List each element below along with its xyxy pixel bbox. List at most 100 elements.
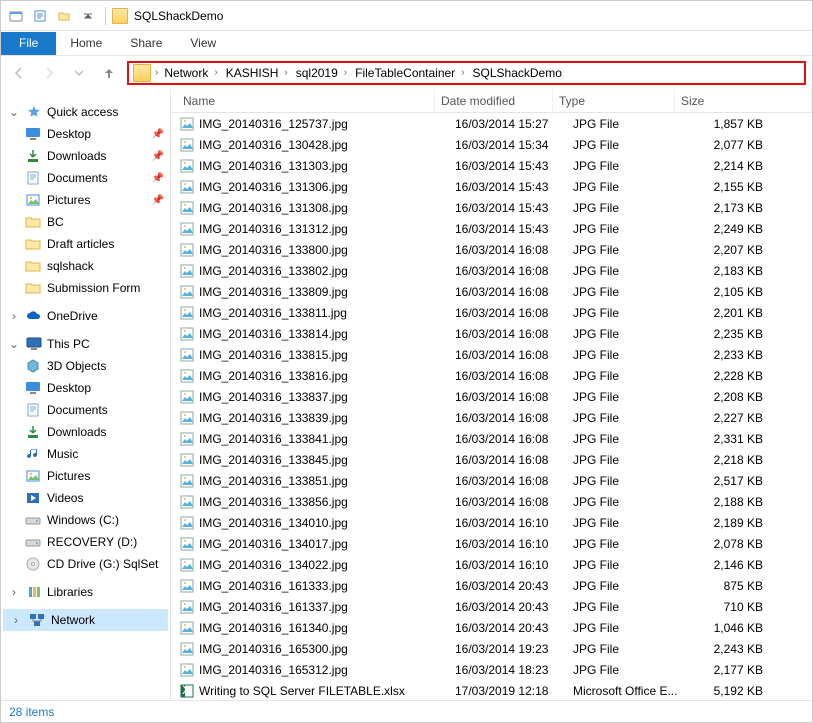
- quick-access-header[interactable]: ⌄ Quick access: [3, 101, 168, 123]
- breadcrumb-seg[interactable]: KASHISH›: [224, 64, 290, 82]
- file-row[interactable]: IMG_20140316_134017.jpg16/03/2014 16:10J…: [171, 533, 812, 554]
- file-row[interactable]: IMG_20140316_161337.jpg16/03/2014 20:43J…: [171, 596, 812, 617]
- file-row[interactable]: IMG_20140316_133802.jpg16/03/2014 16:08J…: [171, 260, 812, 281]
- desktop-icon: [25, 380, 41, 396]
- nav-forward-button[interactable]: [37, 61, 61, 85]
- address-bar[interactable]: › Network› KASHISH› sql2019› FileTableCo…: [127, 61, 806, 85]
- file-row[interactable]: IMG_20140316_133856.jpg16/03/2014 16:08J…: [171, 491, 812, 512]
- column-type[interactable]: Type: [553, 89, 675, 112]
- sidebar-item[interactable]: Pictures: [3, 465, 168, 487]
- file-name: IMG_20140316_161337.jpg: [197, 600, 455, 614]
- sidebar-item[interactable]: Submission Form: [3, 277, 168, 299]
- network-header[interactable]: › Network: [3, 609, 168, 631]
- file-size: 2,105 KB: [695, 285, 771, 299]
- breadcrumb-seg[interactable]: Network›: [162, 64, 219, 82]
- titlebar-divider: [105, 7, 106, 25]
- new-folder-icon[interactable]: [53, 5, 75, 27]
- breadcrumb-seg[interactable]: sql2019›: [294, 64, 349, 82]
- file-row[interactable]: IMG_20140316_165300.jpg16/03/2014 19:23J…: [171, 638, 812, 659]
- chevron-right-icon[interactable]: ›: [7, 585, 21, 599]
- tab-file[interactable]: File: [1, 32, 56, 55]
- libraries-label: Libraries: [47, 585, 93, 599]
- properties-icon[interactable]: [29, 5, 51, 27]
- sidebar-item[interactable]: Music: [3, 443, 168, 465]
- file-row[interactable]: IMG_20140316_133845.jpg16/03/2014 16:08J…: [171, 449, 812, 470]
- tab-view[interactable]: View: [176, 32, 230, 55]
- file-row[interactable]: IMG_20140316_161340.jpg16/03/2014 20:43J…: [171, 617, 812, 638]
- sidebar-item[interactable]: CD Drive (G:) SqlSet: [3, 553, 168, 575]
- file-row[interactable]: IMG_20140316_134010.jpg16/03/2014 16:10J…: [171, 512, 812, 533]
- file-row[interactable]: IMG_20140316_131306.jpg16/03/2014 15:43J…: [171, 176, 812, 197]
- column-name[interactable]: Name: [177, 89, 435, 112]
- file-row[interactable]: IMG_20140316_125737.jpg16/03/2014 15:27J…: [171, 113, 812, 134]
- libraries-header[interactable]: › Libraries: [3, 581, 168, 603]
- sidebar-item-label: Downloads: [47, 149, 106, 163]
- chevron-right-icon[interactable]: ›: [155, 67, 158, 78]
- file-size: 1,046 KB: [695, 621, 771, 635]
- sidebar-item[interactable]: Pictures📌: [3, 189, 168, 211]
- file-name: IMG_20140316_133809.jpg: [197, 285, 455, 299]
- nav-recent-button[interactable]: [67, 61, 91, 85]
- sidebar-item[interactable]: Documents📌: [3, 167, 168, 189]
- chevron-down-icon[interactable]: ⌄: [7, 337, 21, 351]
- sidebar-item[interactable]: Desktop📌: [3, 123, 168, 145]
- chevron-right-icon[interactable]: ›: [9, 613, 23, 627]
- chevron-right-icon[interactable]: ›: [7, 309, 21, 323]
- file-row[interactable]: IMG_20140316_161333.jpg16/03/2014 20:43J…: [171, 575, 812, 596]
- sidebar-item[interactable]: Downloads📌: [3, 145, 168, 167]
- breadcrumb-seg[interactable]: SQLShackDemo: [471, 64, 564, 82]
- file-row[interactable]: IMG_20140316_133809.jpg16/03/2014 16:08J…: [171, 281, 812, 302]
- file-row[interactable]: IMG_20140316_133837.jpg16/03/2014 16:08J…: [171, 386, 812, 407]
- file-row[interactable]: IMG_20140316_131308.jpg16/03/2014 15:43J…: [171, 197, 812, 218]
- file-row[interactable]: IMG_20140316_133816.jpg16/03/2014 16:08J…: [171, 365, 812, 386]
- file-date: 16/03/2014 18:23: [455, 663, 573, 677]
- sidebar-item[interactable]: BC: [3, 211, 168, 233]
- sidebar-item[interactable]: Videos: [3, 487, 168, 509]
- file-size: 2,201 KB: [695, 306, 771, 320]
- file-name: IMG_20140316_133816.jpg: [197, 369, 455, 383]
- file-row[interactable]: IMG_20140316_133814.jpg16/03/2014 16:08J…: [171, 323, 812, 344]
- chevron-down-icon[interactable]: ⌄: [7, 105, 21, 119]
- file-row[interactable]: IMG_20140316_133851.jpg16/03/2014 16:08J…: [171, 470, 812, 491]
- sidebar-item[interactable]: 3D Objects: [3, 355, 168, 377]
- file-row[interactable]: IMG_20140316_134022.jpg16/03/2014 16:10J…: [171, 554, 812, 575]
- qat-customize-icon[interactable]: [77, 5, 99, 27]
- sidebar-item[interactable]: Windows (C:): [3, 509, 168, 531]
- file-row[interactable]: XWriting to SQL Server FILETABLE.xlsx17/…: [171, 680, 812, 700]
- file-row[interactable]: IMG_20140316_131303.jpg16/03/2014 15:43J…: [171, 155, 812, 176]
- file-row[interactable]: IMG_20140316_133800.jpg16/03/2014 16:08J…: [171, 239, 812, 260]
- onedrive-header[interactable]: › OneDrive: [3, 305, 168, 327]
- file-name: IMG_20140316_165300.jpg: [197, 642, 455, 656]
- pictures-icon: [25, 192, 41, 208]
- sidebar-item[interactable]: Documents: [3, 399, 168, 421]
- sidebar-item[interactable]: Desktop: [3, 377, 168, 399]
- column-date[interactable]: Date modified: [435, 89, 553, 112]
- sidebar-item[interactable]: RECOVERY (D:): [3, 531, 168, 553]
- file-name: IMG_20140316_131312.jpg: [197, 222, 455, 236]
- file-row[interactable]: IMG_20140316_131312.jpg16/03/2014 15:43J…: [171, 218, 812, 239]
- sidebar-item[interactable]: sqlshack: [3, 255, 168, 277]
- file-type: Microsoft Office E...: [573, 684, 695, 698]
- file-row[interactable]: IMG_20140316_133841.jpg16/03/2014 16:08J…: [171, 428, 812, 449]
- breadcrumb-seg[interactable]: FileTableContainer›: [353, 64, 466, 82]
- this-pc-header[interactable]: ⌄ This PC: [3, 333, 168, 355]
- app-menu-icon[interactable]: [5, 5, 27, 27]
- file-row[interactable]: IMG_20140316_165312.jpg16/03/2014 18:23J…: [171, 659, 812, 680]
- nav-up-button[interactable]: [97, 61, 121, 85]
- column-size[interactable]: Size: [675, 89, 812, 112]
- sidebar-item[interactable]: Downloads: [3, 421, 168, 443]
- onedrive-label: OneDrive: [47, 309, 98, 323]
- xlsx-file-icon: X: [177, 684, 197, 698]
- file-row[interactable]: IMG_20140316_133811.jpg16/03/2014 16:08J…: [171, 302, 812, 323]
- file-date: 16/03/2014 16:08: [455, 264, 573, 278]
- tab-share[interactable]: Share: [116, 32, 176, 55]
- nav-back-button[interactable]: [7, 61, 31, 85]
- status-item-count: 28 items: [9, 705, 54, 719]
- file-row[interactable]: IMG_20140316_130428.jpg16/03/2014 15:34J…: [171, 134, 812, 155]
- sidebar-item[interactable]: Draft articles: [3, 233, 168, 255]
- file-size: 2,517 KB: [695, 474, 771, 488]
- tab-home[interactable]: Home: [56, 32, 116, 55]
- jpg-file-icon: [177, 642, 197, 656]
- file-row[interactable]: IMG_20140316_133839.jpg16/03/2014 16:08J…: [171, 407, 812, 428]
- file-row[interactable]: IMG_20140316_133815.jpg16/03/2014 16:08J…: [171, 344, 812, 365]
